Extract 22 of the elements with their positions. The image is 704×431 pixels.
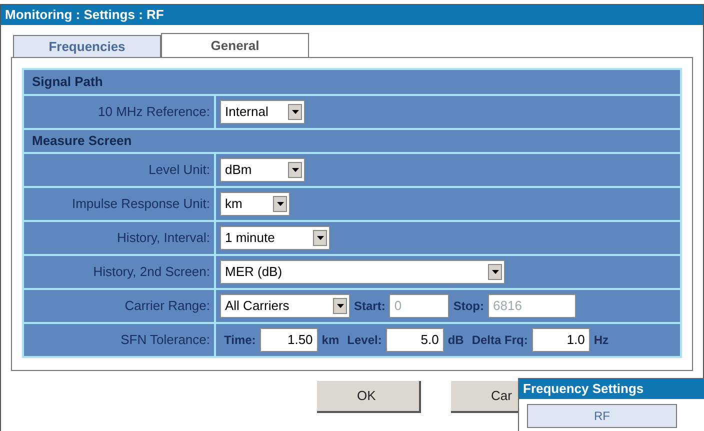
field-label: km	[322, 332, 340, 349]
dialog-button[interactable]: OK	[317, 381, 421, 413]
dropdown[interactable]: MER (dB)	[220, 260, 505, 284]
tab[interactable]: General	[161, 33, 309, 57]
dropdown[interactable]: 1 minute	[220, 226, 330, 250]
field-label: dB	[448, 332, 464, 349]
window-title: Monitoring : Settings : RF	[1, 5, 703, 25]
input-field[interactable]: 5.0	[386, 328, 444, 352]
input-field[interactable]: 1.0	[532, 328, 590, 352]
dropdown[interactable]: dBm	[220, 158, 305, 182]
field-label: Time:	[224, 332, 256, 349]
window-title: Frequency Settings	[519, 379, 704, 399]
tab[interactable]: RF	[527, 404, 677, 428]
field-label: Stop:	[453, 298, 484, 315]
field-label: Delta Frq:	[472, 332, 528, 349]
field-label: Start:	[354, 298, 386, 315]
input-field[interactable]: 1.50	[260, 328, 318, 352]
dropdown[interactable]: km	[220, 192, 290, 216]
field-label: Hz	[594, 332, 609, 349]
field-label: Level:	[347, 332, 382, 349]
dropdown[interactable]: Internal	[220, 100, 305, 124]
tab[interactable]: Frequencies	[13, 35, 161, 57]
